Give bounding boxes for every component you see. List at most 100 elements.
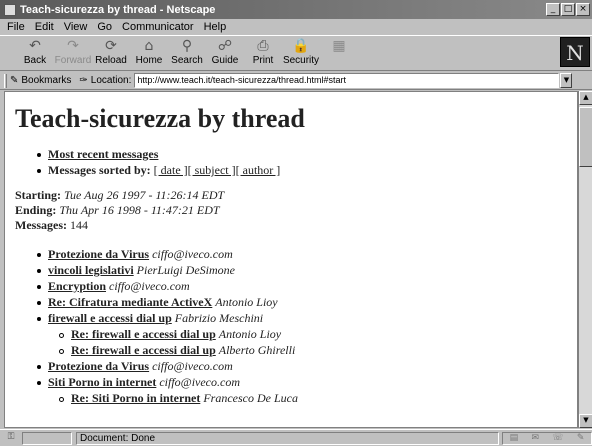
- archive-meta: Starting: Tue Aug 26 1997 - 11:26:14 EDT…: [15, 188, 577, 233]
- navigator-icon[interactable]: ▤: [510, 433, 519, 443]
- sorted-by-label: Messages sorted by:: [48, 163, 151, 177]
- thread-subject-link[interactable]: Encryption: [48, 279, 106, 293]
- thread-subject-link[interactable]: Protezione da Virus: [48, 247, 149, 261]
- bullet-icon: [37, 285, 41, 290]
- thread-author: PierLuigi DeSimone: [136, 263, 235, 277]
- home-label: Home: [135, 55, 163, 66]
- window-title: Teach-sicurezza by thread - Netscape: [20, 3, 216, 16]
- thread-author: Antonio Lioy: [218, 327, 282, 341]
- security-lock-icon[interactable]: ⚿: [4, 432, 18, 444]
- thread-item: Siti Porno in internet ciffo@iveco.com: [37, 375, 577, 390]
- security-button[interactable]: 🔒 Security: [282, 36, 320, 70]
- thread-subject-link[interactable]: vincoli legislativi: [48, 263, 134, 277]
- stop-button[interactable]: ▦: [320, 36, 358, 70]
- bookmarks-button[interactable]: ✎ Bookmarks: [10, 75, 71, 86]
- sort-by-date-link[interactable]: [ date ]: [154, 163, 188, 177]
- forward-button[interactable]: ↷ Forward: [54, 36, 92, 70]
- navigation-toolbar: ↶ Back ↷ Forward ⟳ Reload ⌂ Home ⚲ Searc…: [0, 35, 592, 71]
- reload-label: Reload: [95, 55, 127, 66]
- location-label-group: ✑ Location:: [79, 75, 131, 86]
- thread-list: Protezione da Virus ciffo@iveco.com vinc…: [37, 247, 577, 406]
- thread-item: Encryption ciffo@iveco.com: [37, 279, 577, 294]
- starting-label: Starting:: [15, 188, 61, 202]
- thread-author: Alberto Ghirelli: [218, 343, 296, 357]
- search-icon: ⚲: [181, 38, 193, 54]
- thread-subject-link[interactable]: Protezione da Virus: [48, 359, 149, 373]
- progress-meter: [22, 431, 72, 445]
- messages-row: Messages: 144: [15, 218, 577, 233]
- netscape-logo[interactable]: N: [560, 37, 590, 67]
- reload-button[interactable]: ⟳ Reload: [92, 36, 130, 70]
- search-button[interactable]: ⚲ Search: [168, 36, 206, 70]
- maximize-button[interactable]: □: [561, 3, 575, 16]
- menu-help[interactable]: Help: [199, 21, 232, 33]
- thread-item: Protezione da Virus ciffo@iveco.com: [37, 247, 577, 262]
- url-input[interactable]: http://www.teach.it/teach-sicurezza/thre…: [134, 73, 560, 88]
- most-recent-link[interactable]: Most recent messages: [48, 147, 158, 161]
- bookmarks-label: Bookmarks: [21, 75, 72, 86]
- discussion-icon[interactable]: ☏: [552, 433, 563, 443]
- hollow-bullet-icon: [59, 396, 64, 402]
- menu-file[interactable]: File: [2, 21, 30, 33]
- guide-icon: ☍: [217, 38, 233, 54]
- scroll-up-button[interactable]: ▲: [579, 91, 592, 105]
- close-button[interactable]: ×: [576, 3, 590, 16]
- bullet-icon: [37, 365, 41, 370]
- bullet-icon: [37, 153, 41, 158]
- back-button[interactable]: ↶ Back: [16, 36, 54, 70]
- guide-label: Guide: [211, 55, 239, 66]
- messages-label: Messages:: [15, 218, 67, 232]
- status-bar: ⚿ Document: Done ▤ ✉ ☏ ✎: [0, 429, 592, 446]
- hollow-bullet-icon: [59, 348, 64, 354]
- nav-item-recent: Most recent messages: [37, 146, 577, 162]
- thread-subject-link[interactable]: Re: firewall e accessi dial up: [71, 327, 216, 341]
- sort-by-subject-link[interactable]: [ subject ]: [188, 163, 236, 177]
- thread-reply-item: Re: Siti Porno in internet Francesco De …: [59, 391, 577, 406]
- sort-by-author-link[interactable]: [ author ]: [236, 163, 281, 177]
- url-dropdown-button[interactable]: ▼: [560, 73, 573, 88]
- menu-bar: File Edit View Go Communicator Help: [0, 19, 592, 35]
- netscape-app-icon[interactable]: [4, 3, 16, 16]
- menu-communicator[interactable]: Communicator: [117, 21, 199, 33]
- minimize-button[interactable]: _: [546, 3, 560, 16]
- thread-item: Protezione da Virus ciffo@iveco.com: [37, 359, 577, 374]
- top-navigation: Most recent messages Messages sorted by:…: [37, 146, 577, 178]
- scroll-down-button[interactable]: ▼: [579, 414, 592, 428]
- page-proxy-icon[interactable]: ✑: [79, 75, 87, 86]
- status-text: Document: Done: [76, 431, 499, 445]
- security-icon: 🔒: [292, 38, 310, 54]
- thread-item: vincoli legislativi PierLuigi DeSimone: [37, 263, 577, 278]
- location-toolbar: ✎ Bookmarks ✑ Location: http://www.teach…: [0, 72, 592, 90]
- menu-edit[interactable]: Edit: [30, 21, 59, 33]
- ending-row: Ending: Thu Apr 16 1998 - 11:47:21 EDT: [15, 203, 577, 218]
- stop-icon: ▦: [332, 38, 346, 54]
- search-label: Search: [171, 55, 203, 66]
- ending-value: Thu Apr 16 1998 - 11:47:21 EDT: [59, 203, 220, 217]
- back-arrow-icon: ↶: [29, 38, 41, 54]
- thread-subject-link[interactable]: Siti Porno in internet: [48, 375, 156, 389]
- title-bar: Teach-sicurezza by thread - Netscape _ □…: [0, 0, 592, 19]
- thread-subject-link[interactable]: Re: Siti Porno in internet: [71, 391, 200, 405]
- location-label: Location:: [90, 75, 132, 86]
- menu-view[interactable]: View: [59, 21, 93, 33]
- mail-icon[interactable]: ✉: [531, 433, 539, 443]
- thread-subject-link[interactable]: Re: Cifratura mediante ActiveX: [48, 295, 212, 309]
- toolbar-grip[interactable]: [4, 73, 7, 88]
- thread-author: ciffo@iveco.com: [109, 279, 190, 293]
- guide-button[interactable]: ☍ Guide: [206, 36, 244, 70]
- composer-icon[interactable]: ✎: [577, 433, 585, 443]
- print-button[interactable]: ⎙ Print: [244, 36, 282, 70]
- messages-count: 144: [69, 218, 88, 232]
- thread-subject-link[interactable]: firewall e accessi dial up: [48, 311, 172, 325]
- bullet-icon: [37, 169, 41, 174]
- thread-subject-link[interactable]: Re: firewall e accessi dial up: [71, 343, 216, 357]
- hollow-bullet-icon: [59, 332, 64, 338]
- print-icon: ⎙: [257, 38, 269, 54]
- starting-row: Starting: Tue Aug 26 1997 - 11:26:14 EDT: [15, 188, 577, 203]
- home-button[interactable]: ⌂ Home: [130, 36, 168, 70]
- menu-go[interactable]: Go: [92, 21, 117, 33]
- vertical-scrollbar[interactable]: ▲ ▼: [578, 91, 592, 428]
- scrollbar-thumb[interactable]: [579, 107, 592, 167]
- page-heading: Teach-sicurezza by thread: [15, 104, 305, 133]
- page-content: Teach-sicurezza by thread Most recent me…: [4, 91, 578, 428]
